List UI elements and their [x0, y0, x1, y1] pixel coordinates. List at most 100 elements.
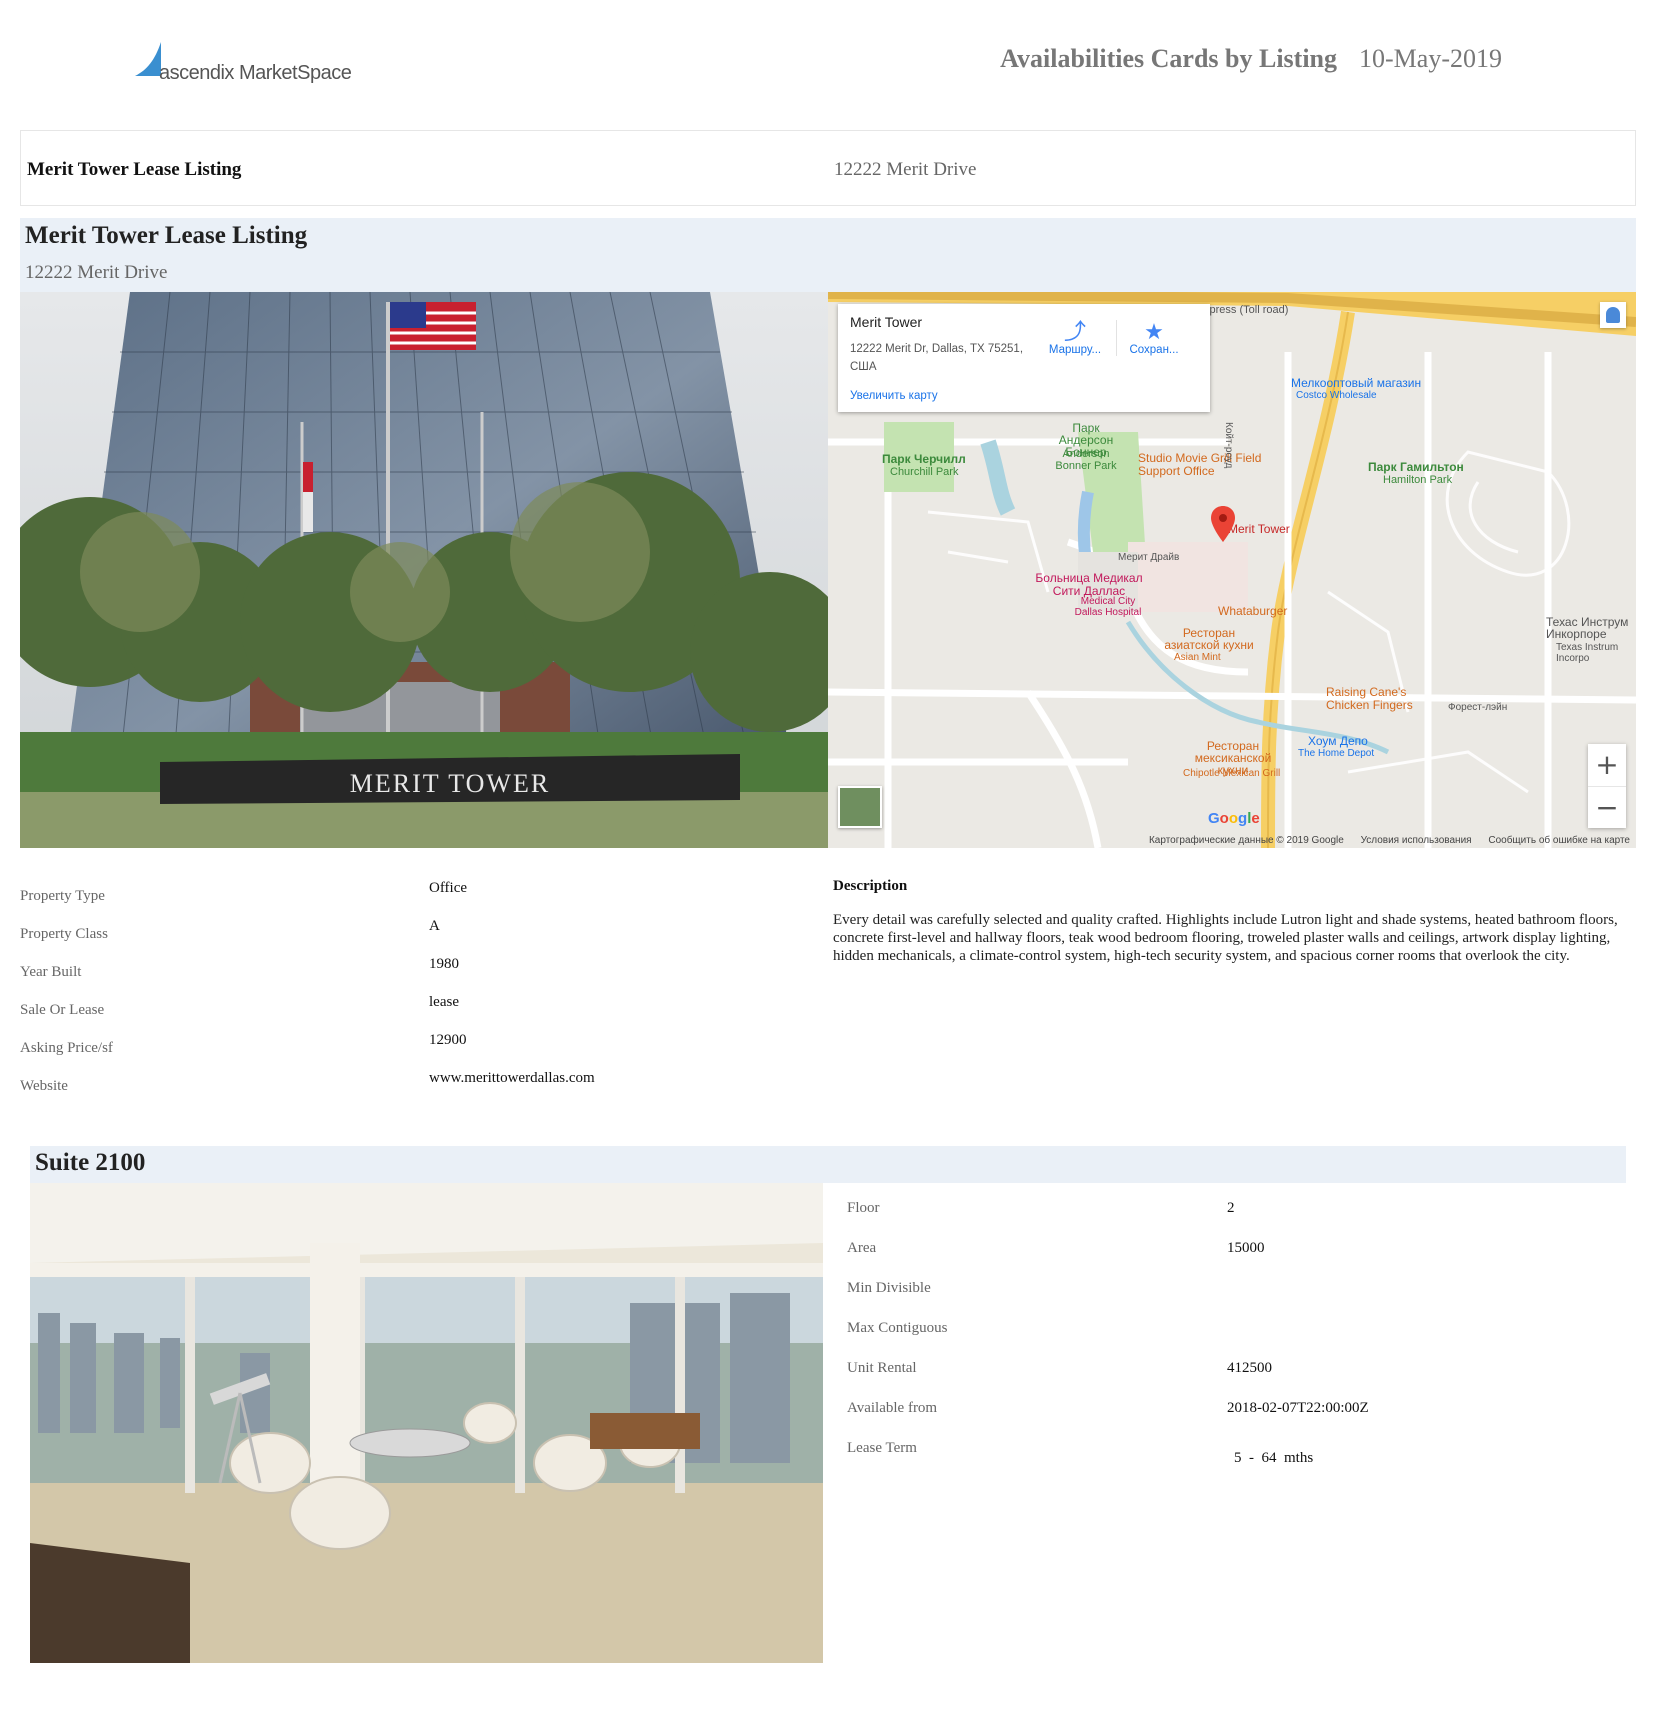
property-value: 12900: [429, 1032, 467, 1048]
suite-row-floor: Floor 2: [847, 1200, 1547, 1230]
property-row-sale-lease: Sale Or Lease lease: [20, 994, 820, 1024]
property-row-asking-price: Asking Price/sf 12900: [20, 1032, 820, 1062]
map-label-chipotle-en: Chipotle Mexican Grill: [1183, 768, 1281, 779]
company-logo: ascendix MarketSpace: [133, 40, 353, 90]
suite-field-value: 2: [1227, 1200, 1235, 1216]
map-label-asian-en: Asian Mint: [1174, 652, 1221, 663]
property-row-type: Property Type Office: [20, 880, 820, 910]
map-save-button[interactable]: ★ Сохран...: [1116, 320, 1191, 356]
property-value: Office: [429, 880, 468, 896]
website-link[interactable]: www.merittowerdallas.com: [429, 1070, 595, 1087]
report-title: Availabilities Cards by Listing 10-May-20…: [1000, 44, 1502, 74]
map-directions-label: Маршру...: [1048, 344, 1102, 356]
map-label-churchill-ru: Парк Черчилл: [882, 452, 966, 466]
map-directions-button[interactable]: ⤴ Маршру...: [1038, 319, 1112, 357]
map-marker-icon[interactable]: [1211, 506, 1235, 542]
zoom-in-button[interactable]: +: [1588, 744, 1626, 787]
report-title-text: Availabilities Cards by Listing: [1000, 44, 1338, 73]
suite-field-label: Floor: [847, 1200, 880, 1216]
google-logo: Google: [1208, 810, 1260, 827]
map-label-studio: Studio Movie Grill Field Support Office: [1138, 451, 1262, 478]
star-icon: ★: [1144, 319, 1164, 344]
map-label-costco-en: Costco Wholesale: [1296, 390, 1377, 401]
suite-field-label: Min Divisible: [847, 1280, 931, 1296]
location-map[interactable]: Interstate 635 TEXpress (Toll road) Парк…: [828, 292, 1636, 848]
listing-header: Merit Tower Lease Listing 12222 Merit Dr…: [20, 218, 1636, 292]
suite-field-label: Max Contiguous: [847, 1320, 948, 1336]
map-place-name: Merit Tower: [850, 314, 923, 330]
map-label-canes: Raising Cane's Chicken Fingers: [1326, 685, 1413, 712]
suite-field-value: 15000: [1227, 1240, 1265, 1256]
summary-listing-name: Merit Tower Lease Listing: [27, 159, 242, 180]
map-label-forest: Форест-лэйн: [1448, 702, 1508, 713]
map-label-hamilton-en: Hamilton Park: [1383, 474, 1453, 486]
directions-icon: ⤴: [1063, 319, 1086, 344]
property-value: A: [429, 918, 440, 934]
map-label-texas-ru: Техас Инструм Инкорпоре: [1546, 615, 1629, 641]
suite-field-value: 412500: [1227, 1360, 1272, 1376]
map-label-costco-ru: Мелкооптовый магазин: [1291, 376, 1422, 390]
map-label-hospital-en: Medical City Dallas Hospital: [1074, 596, 1142, 618]
map-label-whataburger: Whataburger: [1218, 604, 1288, 618]
property-value: lease: [429, 994, 459, 1010]
property-label: Property Class: [20, 926, 108, 942]
map-label-merit-dr: Мерит Драйв: [1118, 552, 1180, 563]
suite-row-min-divisible: Min Divisible: [847, 1280, 1547, 1310]
map-label-asian-ru: Ресторан азиатской кухни: [1164, 626, 1254, 652]
summary-address: 12222 Merit Drive: [834, 159, 977, 180]
suite-row-unit-rental: Unit Rental 412500: [847, 1360, 1547, 1390]
street-view-pegman-icon[interactable]: [1600, 302, 1626, 328]
suite-field-label: Lease Term: [847, 1440, 917, 1456]
suite-row-available-from: Available from 2018-02-07T22:00:00Z: [847, 1400, 1547, 1430]
logo-text: ascendix MarketSpace: [159, 62, 352, 84]
map-place-address: 12222 Merit Dr, Dallas, TX 75251, США: [850, 343, 1024, 373]
map-label-homedepot-en: The Home Depot: [1298, 748, 1375, 759]
map-report-link[interactable]: Сообщить об ошибке на карте: [1488, 835, 1630, 846]
property-label: Sale Or Lease: [20, 1002, 105, 1018]
suite-field-label: Available from: [847, 1400, 938, 1416]
property-label: Year Built: [20, 964, 82, 980]
suite-row-max-contiguous: Max Contiguous: [847, 1320, 1547, 1350]
property-label: Property Type: [20, 888, 105, 904]
property-label: Asking Price/sf: [20, 1040, 113, 1056]
suite-name: Suite 2100: [35, 1149, 146, 1176]
map-label-homedepot-ru: Хоум Депо: [1308, 734, 1368, 748]
suite-field-value: 5 - 64 mths: [1234, 1450, 1314, 1466]
suite-field-label: Area: [847, 1240, 877, 1256]
property-row-website: Website www.merittowerdallas.com: [20, 1070, 820, 1100]
listing-summary-bar: Merit Tower Lease Listing 12222 Merit Dr…: [20, 130, 1636, 206]
map-terms-link[interactable]: Условия использования: [1361, 835, 1472, 846]
zoom-out-button[interactable]: −: [1588, 787, 1626, 829]
suite-row-area: Area 15000: [847, 1240, 1547, 1270]
building-sign-text: MERIT TOWER: [350, 769, 550, 798]
property-row-year-built: Year Built 1980: [20, 956, 820, 986]
map-label-churchill-en: Churchill Park: [890, 466, 959, 478]
suite-photo: [30, 1183, 823, 1663]
property-label: Website: [20, 1078, 68, 1094]
map-zoom-control: + −: [1588, 744, 1626, 828]
suite-row-lease-term: Lease Term 5 - 64 mths: [847, 1440, 1547, 1470]
suite-header: Suite 2100: [30, 1146, 1626, 1183]
property-value: 1980: [429, 956, 459, 972]
description-text: Every detail was carefully selected and …: [833, 912, 1618, 964]
map-label-hamilton-ru: Парк Гамильтон: [1368, 460, 1464, 474]
property-row-class: Property Class A: [20, 918, 820, 948]
map-enlarge-link[interactable]: Увеличить карту: [850, 390, 938, 402]
satellite-toggle[interactable]: [838, 786, 882, 828]
map-save-label: Сохран...: [1129, 344, 1179, 356]
suite-field-label: Unit Rental: [847, 1360, 917, 1376]
report-date: 10-May-2019: [1359, 44, 1502, 73]
description-title: Description: [833, 878, 908, 894]
map-marker-label: Merit Tower: [1228, 522, 1290, 536]
map-label-anderson-en: Anderson Bonner Park: [1055, 448, 1117, 472]
map-place-card: Merit Tower 12222 Merit Dr, Dallas, TX 7…: [838, 304, 1210, 412]
suite-field-value: 2018-02-07T22:00:00Z: [1227, 1400, 1369, 1416]
listing-name: Merit Tower Lease Listing: [25, 222, 308, 249]
map-label-texas-en: Texas Instrum Incorpo: [1556, 642, 1619, 664]
building-photo: MERIT TOWER: [20, 292, 828, 848]
map-copyright: Картографические данные © 2019 Google: [1148, 835, 1344, 846]
map-label-coit: Койт-роуд: [1223, 422, 1234, 469]
map-label-hospital-ru: Больница Медикал Сити Даллас: [1035, 571, 1143, 598]
listing-address: 12222 Merit Drive: [25, 262, 168, 283]
map-footer: Картографические данные © 2019 Google Ус…: [1135, 835, 1630, 846]
